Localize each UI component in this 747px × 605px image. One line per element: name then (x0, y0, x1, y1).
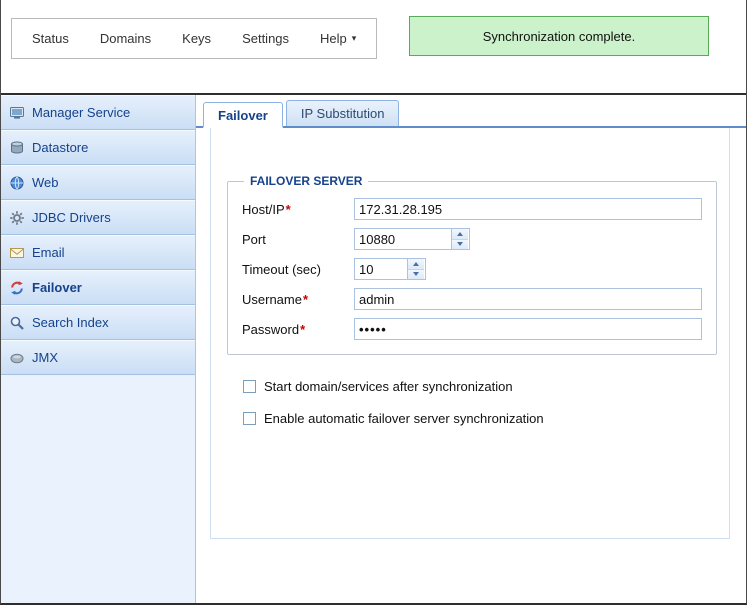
chevron-up-icon (413, 262, 419, 266)
username-label-text: Username (242, 292, 302, 307)
globe-icon (9, 175, 25, 191)
failover-server-fieldset: FAILOVER SERVER Host/IP* P (227, 174, 717, 355)
auto-sync-checkbox-row[interactable]: Enable automatic failover server synchro… (243, 411, 715, 426)
auto-sync-checkbox[interactable] (243, 412, 256, 425)
gear-icon (9, 210, 25, 226)
form-row-username: Username* (242, 288, 702, 310)
form-row-host: Host/IP* (242, 198, 702, 220)
sidebar-item-web[interactable]: Web (1, 165, 195, 200)
tab-content-wrap: FAILOVER SERVER Host/IP* P (196, 128, 746, 603)
caret-down-icon: ▾ (352, 33, 357, 44)
form-row-port: Port (242, 228, 702, 250)
spinner-up-button[interactable] (408, 259, 424, 270)
password-label: Password* (242, 322, 354, 337)
sidebar-nav: Manager Service Datastore Web JDBC Drive… (1, 95, 196, 603)
sidebar-item-label: Failover (32, 280, 82, 295)
required-asterisk: * (286, 202, 291, 217)
username-input[interactable] (354, 288, 702, 310)
port-spinner (451, 229, 468, 249)
top-header: Status Domains Keys Settings Help ▾ Sync… (1, 0, 746, 95)
tab-ip-substitution[interactable]: IP Substitution (286, 100, 400, 126)
fieldset-legend: FAILOVER SERVER (244, 174, 368, 188)
start-domain-checkbox[interactable] (243, 380, 256, 393)
username-control (354, 288, 702, 310)
host-ip-control (354, 198, 702, 220)
sidebar-item-label: Search Index (32, 315, 109, 330)
form-row-timeout: Timeout (sec) (242, 258, 702, 280)
jmx-icon (9, 350, 25, 366)
sidebar-item-search-index[interactable]: Search Index (1, 305, 195, 340)
envelope-icon (9, 245, 25, 261)
sidebar-item-label: Manager Service (32, 105, 130, 120)
menu-settings[interactable]: Settings (242, 31, 289, 46)
tab-failover[interactable]: Failover (203, 102, 283, 128)
password-control (354, 318, 702, 340)
host-ip-input[interactable] (354, 198, 702, 220)
spinner-down-button[interactable] (408, 270, 424, 280)
start-domain-checkbox-row[interactable]: Start domain/services after synchronizat… (243, 379, 715, 394)
magnifier-icon (9, 315, 25, 331)
menu-help[interactable]: Help ▾ (320, 31, 356, 46)
port-input[interactable] (355, 229, 451, 249)
sidebar-item-jmx[interactable]: JMX (1, 340, 195, 375)
app-window: Status Domains Keys Settings Help ▾ Sync… (0, 0, 747, 605)
sidebar-item-label: Email (32, 245, 65, 260)
sidebar-item-manager-service[interactable]: Manager Service (1, 95, 195, 130)
port-spinfield (354, 228, 470, 250)
menu-help-label: Help (320, 31, 347, 46)
menu-status[interactable]: Status (32, 31, 69, 46)
database-icon (9, 140, 25, 156)
manager-service-icon (9, 105, 25, 121)
sidebar-item-email[interactable]: Email (1, 235, 195, 270)
username-label: Username* (242, 292, 354, 307)
failover-sync-icon (9, 280, 25, 296)
tab-strip: Failover IP Substitution (196, 100, 746, 128)
sidebar-item-label: JDBC Drivers (32, 210, 111, 225)
chevron-down-icon (457, 242, 463, 246)
form-row-password: Password* (242, 318, 702, 340)
timeout-spinfield (354, 258, 426, 280)
menu-keys[interactable]: Keys (182, 31, 211, 46)
password-label-text: Password (242, 322, 299, 337)
sidebar-item-jdbc-drivers[interactable]: JDBC Drivers (1, 200, 195, 235)
chevron-up-icon (457, 232, 463, 236)
main-area: Failover IP Substitution FAILOVER SERVER… (196, 95, 746, 603)
sidebar-item-label: JMX (32, 350, 58, 365)
checkbox-group: Start domain/services after synchronizat… (243, 379, 715, 426)
sidebar-item-label: Datastore (32, 140, 88, 155)
password-input[interactable] (354, 318, 702, 340)
sync-complete-banner: Synchronization complete. (409, 16, 709, 56)
timeout-spinner (407, 259, 424, 279)
spinner-up-button[interactable] (452, 229, 468, 240)
timeout-input[interactable] (355, 259, 407, 279)
main-menubar: Status Domains Keys Settings Help ▾ (11, 18, 377, 59)
required-asterisk: * (303, 292, 308, 307)
auto-sync-checkbox-label: Enable automatic failover server synchro… (264, 411, 544, 426)
failover-panel: FAILOVER SERVER Host/IP* P (210, 128, 730, 539)
sidebar-item-label: Web (32, 175, 59, 190)
menu-domains[interactable]: Domains (100, 31, 151, 46)
start-domain-checkbox-label: Start domain/services after synchronizat… (264, 379, 513, 394)
body-row: Manager Service Datastore Web JDBC Drive… (1, 95, 746, 603)
host-ip-label: Host/IP* (242, 202, 354, 217)
chevron-down-icon (413, 272, 419, 276)
host-ip-label-text: Host/IP (242, 202, 285, 217)
sync-complete-text: Synchronization complete. (483, 29, 635, 44)
port-label: Port (242, 232, 354, 247)
spinner-down-button[interactable] (452, 240, 468, 250)
sidebar-item-failover[interactable]: Failover (1, 270, 195, 305)
required-asterisk: * (300, 322, 305, 337)
timeout-label: Timeout (sec) (242, 262, 354, 277)
sidebar-item-datastore[interactable]: Datastore (1, 130, 195, 165)
